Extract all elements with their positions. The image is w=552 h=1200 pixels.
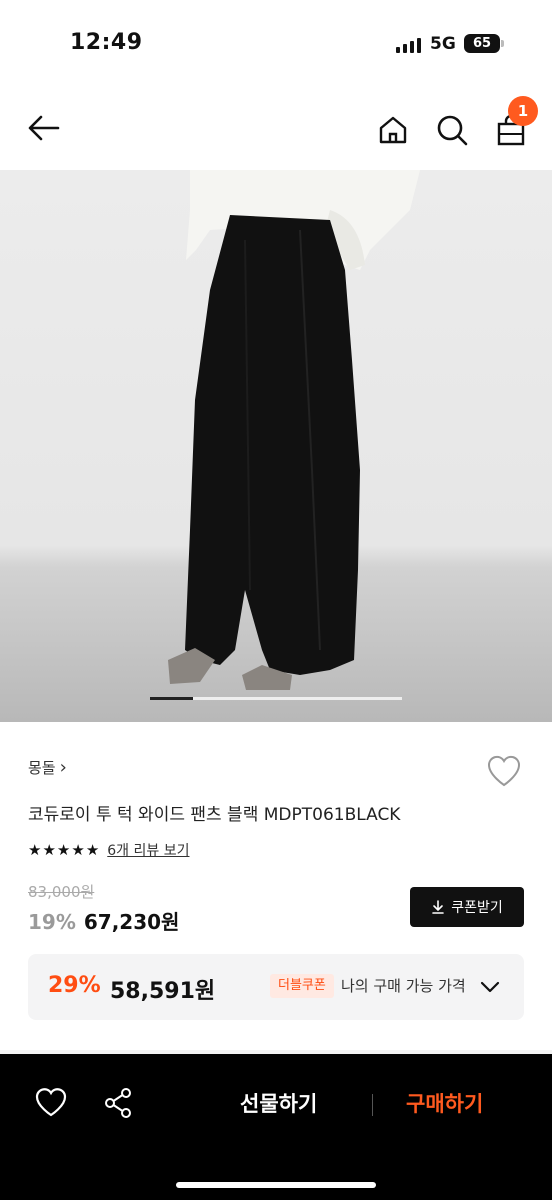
carousel-progress-fill [150, 697, 193, 700]
sale-price-row: 19% 67,230원 [28, 906, 179, 935]
carousel-progress [150, 697, 402, 700]
brand-name: 몽돌 [28, 759, 56, 777]
heart-icon [487, 755, 521, 787]
home-button[interactable] [373, 110, 413, 150]
product-image-carousel[interactable] [0, 170, 552, 722]
cart-count-badge: 1 [508, 96, 538, 126]
gift-button[interactable]: 선물하기 [240, 1088, 317, 1118]
star-icon: ★ [56, 840, 71, 859]
back-arrow-icon [28, 115, 60, 141]
star-icon: ★ [71, 840, 85, 859]
buy-button[interactable]: 구매하기 [406, 1088, 483, 1118]
search-icon [437, 115, 468, 146]
share-icon [105, 1088, 131, 1118]
status-time: 12:49 [70, 30, 143, 55]
star-icon: ★ [85, 840, 100, 859]
my-price-label: 나의 구매 가능 가격 [341, 977, 466, 995]
download-icon [432, 900, 445, 914]
review-link[interactable]: 6개 리뷰 보기 [107, 840, 189, 860]
best-price: 58,591원 [110, 979, 216, 1004]
best-price-box[interactable]: 29% 58,591원 더블쿠폰 나의 구매 가능 가격 [28, 954, 524, 1020]
star-icon: ★ [28, 840, 42, 859]
bottom-action-bar: 선물하기 구매하기 [0, 1054, 552, 1200]
back-button[interactable] [24, 108, 64, 148]
product-title: 코듀로이 투 턱 와이드 팬츠 블랙 MDPT061BLACK [28, 805, 401, 825]
original-price: 83,000원 [28, 883, 95, 901]
battery-icon: 65 [464, 34, 500, 53]
home-icon [379, 116, 407, 144]
star-icon: ★ [42, 840, 56, 859]
heart-icon [35, 1088, 67, 1117]
top-nav-bar [0, 88, 552, 170]
rating-row: ★ ★ ★ ★ ★ 6개 리뷰 보기 [28, 840, 189, 860]
wishlist-button[interactable] [486, 754, 522, 788]
sale-price: 67,230원 [83, 910, 180, 934]
bottom-separator [372, 1094, 373, 1116]
discount-rate: 19% [28, 910, 76, 934]
get-coupon-button[interactable]: 쿠폰받기 [410, 887, 524, 927]
chevron-right-icon: › [59, 757, 67, 778]
search-button[interactable] [432, 110, 472, 150]
battery-tip [501, 40, 504, 47]
coupon-button-label: 쿠폰받기 [451, 900, 503, 916]
product-photo [168, 170, 420, 690]
brand-link[interactable]: 몽돌 › [28, 757, 67, 778]
best-discount-rate: 29% [48, 973, 101, 998]
home-indicator [176, 1182, 376, 1188]
network-type: 5G [430, 34, 456, 54]
chevron-down-icon[interactable] [479, 976, 501, 998]
share-button[interactable] [102, 1086, 136, 1120]
bottom-wishlist-button[interactable] [34, 1086, 68, 1120]
double-coupon-badge: 더블쿠폰 [270, 974, 334, 998]
status-bar: 12:49 5G 65 [0, 0, 552, 88]
signal-icon [396, 37, 422, 53]
rating-stars: ★ ★ ★ ★ ★ [28, 840, 100, 859]
